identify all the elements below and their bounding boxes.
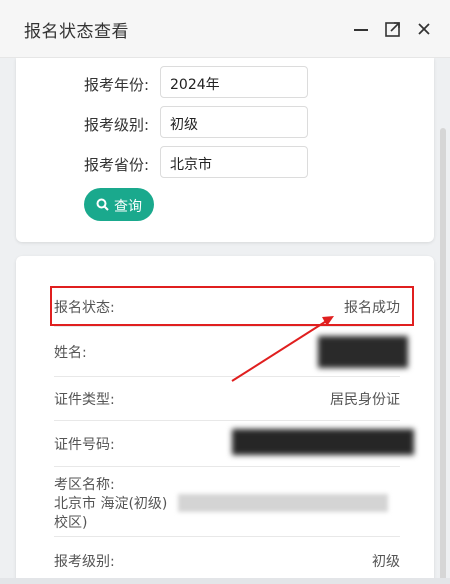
query-button[interactable]: 查询 (84, 188, 154, 221)
query-button-label: 查询 (114, 199, 142, 215)
form-row-province: 报考省份: 北京市 (16, 146, 434, 180)
close-icon[interactable] (415, 20, 433, 38)
year-label: 报考年份: (84, 76, 150, 94)
dialog-content: 报考年份: 2024年 报考级别: 初级 报考省份: 北京市 查询 报名状态: … (0, 58, 450, 584)
province-label: 报考省份: (84, 156, 150, 174)
bottom-bar (0, 578, 450, 584)
result-card: 报名状态: 报名成功 姓名: 证件类型: 居民身份证 证件号码: 考区名称: 北… (16, 256, 434, 584)
province-value: 北京市 (170, 157, 212, 173)
query-form-card: 报考年份: 2024年 报考级别: 初级 报考省份: 北京市 查询 (16, 58, 434, 242)
form-row-year: 报考年份: 2024年 (16, 66, 434, 100)
annotation-arrow (231, 316, 334, 382)
form-row-level: 报考级别: 初级 (16, 106, 434, 140)
province-field[interactable]: 北京市 (160, 146, 308, 178)
search-icon (96, 198, 109, 211)
level-value: 初级 (170, 117, 198, 133)
level-label: 报考级别: (84, 116, 150, 134)
expand-icon[interactable] (384, 20, 402, 38)
year-value: 2024年 (170, 77, 220, 93)
level-field[interactable]: 初级 (160, 106, 308, 138)
scrollbar[interactable] (440, 128, 446, 584)
window-titlebar: 报名状态查看 (0, 0, 450, 58)
minimize-icon[interactable] (352, 20, 370, 38)
year-field[interactable]: 2024年 (160, 66, 308, 98)
window-title: 报名状态查看 (24, 22, 129, 42)
